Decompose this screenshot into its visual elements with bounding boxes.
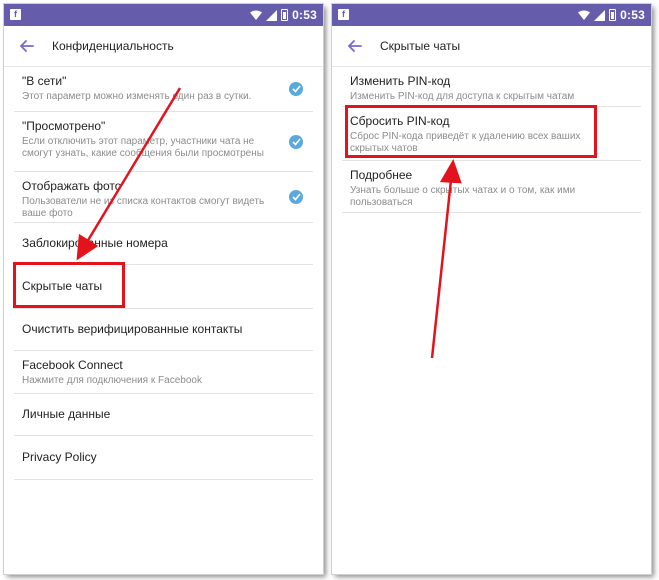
checkbox-checked-icon[interactable] [289,190,303,204]
setting-subtitle: Пользователи не из списка контактов смог… [22,196,265,219]
setting-subtitle: Нажмите для подключения к Facebook [22,375,202,386]
status-bar: f 0:53 [4,4,323,26]
setting-title: Privacy Policy [22,450,97,464]
setting-subtitle: Если отключить этот параметр, участники … [22,136,264,159]
setting-title: Очистить верифицированные контакты [22,322,243,336]
option-reset-pin[interactable]: Сбросить PIN-код Сброс PIN-кода приведёт… [342,107,641,161]
option-subtitle: Узнать больше о скрытых чатах и о том, к… [350,185,576,208]
hidden-chats-screen: f 0:53 Скрытые чаты Изменить PIN-код Изм… [332,4,651,574]
toolbar: Скрытые чаты [332,26,651,67]
option-change-pin[interactable]: Изменить PIN-код Изменить PIN-код для до… [342,67,641,107]
option-title: Подробнее [350,168,413,182]
setting-show-photo[interactable]: Отображать фото Пользователи не из списк… [14,172,313,223]
setting-title: "В сети" [22,74,67,88]
checkbox-checked-icon[interactable] [289,134,303,149]
hidden-chats-options: Изменить PIN-код Изменить PIN-код для до… [332,67,651,213]
setting-title: Скрытые чаты [22,279,103,293]
back-arrow-icon[interactable] [344,35,366,57]
setting-personal-data[interactable]: Личные данные [14,394,313,436]
option-learn-more[interactable]: Подробнее Узнать больше о скрытых чатах … [342,161,641,213]
privacy-settings-screen: f 0:53 Конфиденциальность "В сети" Этот … [4,4,323,574]
notification-icon: f [10,9,21,20]
signal-icon [594,9,606,21]
checkbox-checked-icon[interactable] [289,82,303,96]
toolbar: Конфиденциальность [4,26,323,67]
setting-title: Личные данные [22,407,111,421]
wifi-icon [250,10,263,21]
option-subtitle: Сброс PIN-кода приведёт к удалению всех … [350,131,581,154]
back-arrow-icon[interactable] [16,35,38,57]
setting-subtitle: Этот параметр можно изменять один раз в … [22,91,252,102]
setting-read-receipts[interactable]: "Просмотрено" Если отключить этот параме… [14,112,313,172]
status-bar: f 0:53 [332,4,651,26]
settings-list: "В сети" Этот параметр можно изменять од… [4,67,323,480]
battery-icon [281,9,289,21]
status-time: 0:53 [620,8,645,22]
option-subtitle: Изменить PIN-код для доступа к скрытым ч… [350,91,575,102]
wifi-icon [578,10,591,21]
setting-title: Facebook Connect [22,358,123,372]
notification-icon: f [338,9,349,20]
setting-title: Заблокированные номера [22,236,168,250]
page-title: Конфиденциальность [52,39,174,53]
signal-icon [266,9,278,21]
setting-hidden-chats[interactable]: Скрытые чаты [14,265,313,309]
option-title: Изменить PIN-код [350,74,451,88]
battery-icon [609,9,617,21]
page-title: Скрытые чаты [380,39,461,53]
setting-title: Отображать фото [22,179,122,193]
setting-blocked-numbers[interactable]: Заблокированные номера [14,223,313,265]
option-title: Сбросить PIN-код [350,114,450,128]
setting-privacy-policy[interactable]: Privacy Policy [14,436,313,480]
setting-clear-verified-contacts[interactable]: Очистить верифицированные контакты [14,309,313,351]
setting-facebook-connect[interactable]: Facebook Connect Нажмите для подключения… [14,351,313,394]
setting-title: "Просмотрено" [22,119,106,133]
status-time: 0:53 [292,8,317,22]
setting-online-status[interactable]: "В сети" Этот параметр можно изменять од… [14,67,313,112]
